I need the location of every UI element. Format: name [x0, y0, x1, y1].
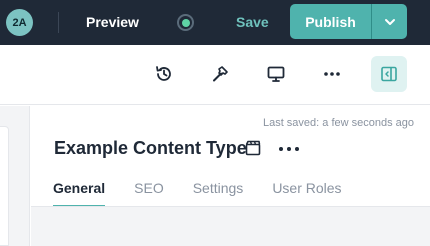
tab-settings[interactable]: Settings	[193, 180, 244, 208]
user-avatar[interactable]: 2A	[6, 9, 33, 36]
settings-panel: Last saved: a few seconds ago Example Co…	[31, 106, 430, 246]
panel-toggle-button[interactable]	[371, 56, 407, 92]
preview-button[interactable]: Preview	[86, 14, 139, 30]
panel-tabs: General SEO Settings User Roles	[53, 180, 371, 208]
publish-button-group: Publish	[290, 4, 407, 39]
last-saved-text: Last saved: a few seconds ago	[262, 117, 414, 129]
tab-seo[interactable]: SEO	[134, 180, 164, 208]
tab-user-roles[interactable]: User Roles	[272, 180, 341, 208]
clapperboard-icon[interactable]	[244, 139, 262, 157]
more-icon[interactable]	[320, 62, 344, 86]
panel-body	[31, 207, 430, 246]
avatar-initials: 2A	[12, 16, 27, 29]
hammer-icon[interactable]	[208, 62, 232, 86]
panel-toggle-icon	[381, 66, 397, 82]
history-icon[interactable]	[152, 62, 176, 86]
title-more-icon[interactable]	[279, 142, 299, 156]
header-divider	[58, 12, 59, 33]
save-button[interactable]: Save	[236, 14, 269, 30]
editor-toolbar	[0, 45, 430, 105]
canvas-card	[0, 126, 9, 246]
chevron-down-icon	[384, 18, 395, 25]
publish-options-button[interactable]	[372, 4, 407, 39]
top-bar: 2A Preview Save Publish	[0, 0, 430, 45]
connection-status-icon	[177, 14, 194, 31]
monitor-icon[interactable]	[264, 62, 288, 86]
page-title: Example Content Type	[54, 138, 247, 158]
publish-button[interactable]: Publish	[290, 4, 371, 39]
tab-general[interactable]: General	[53, 180, 106, 208]
